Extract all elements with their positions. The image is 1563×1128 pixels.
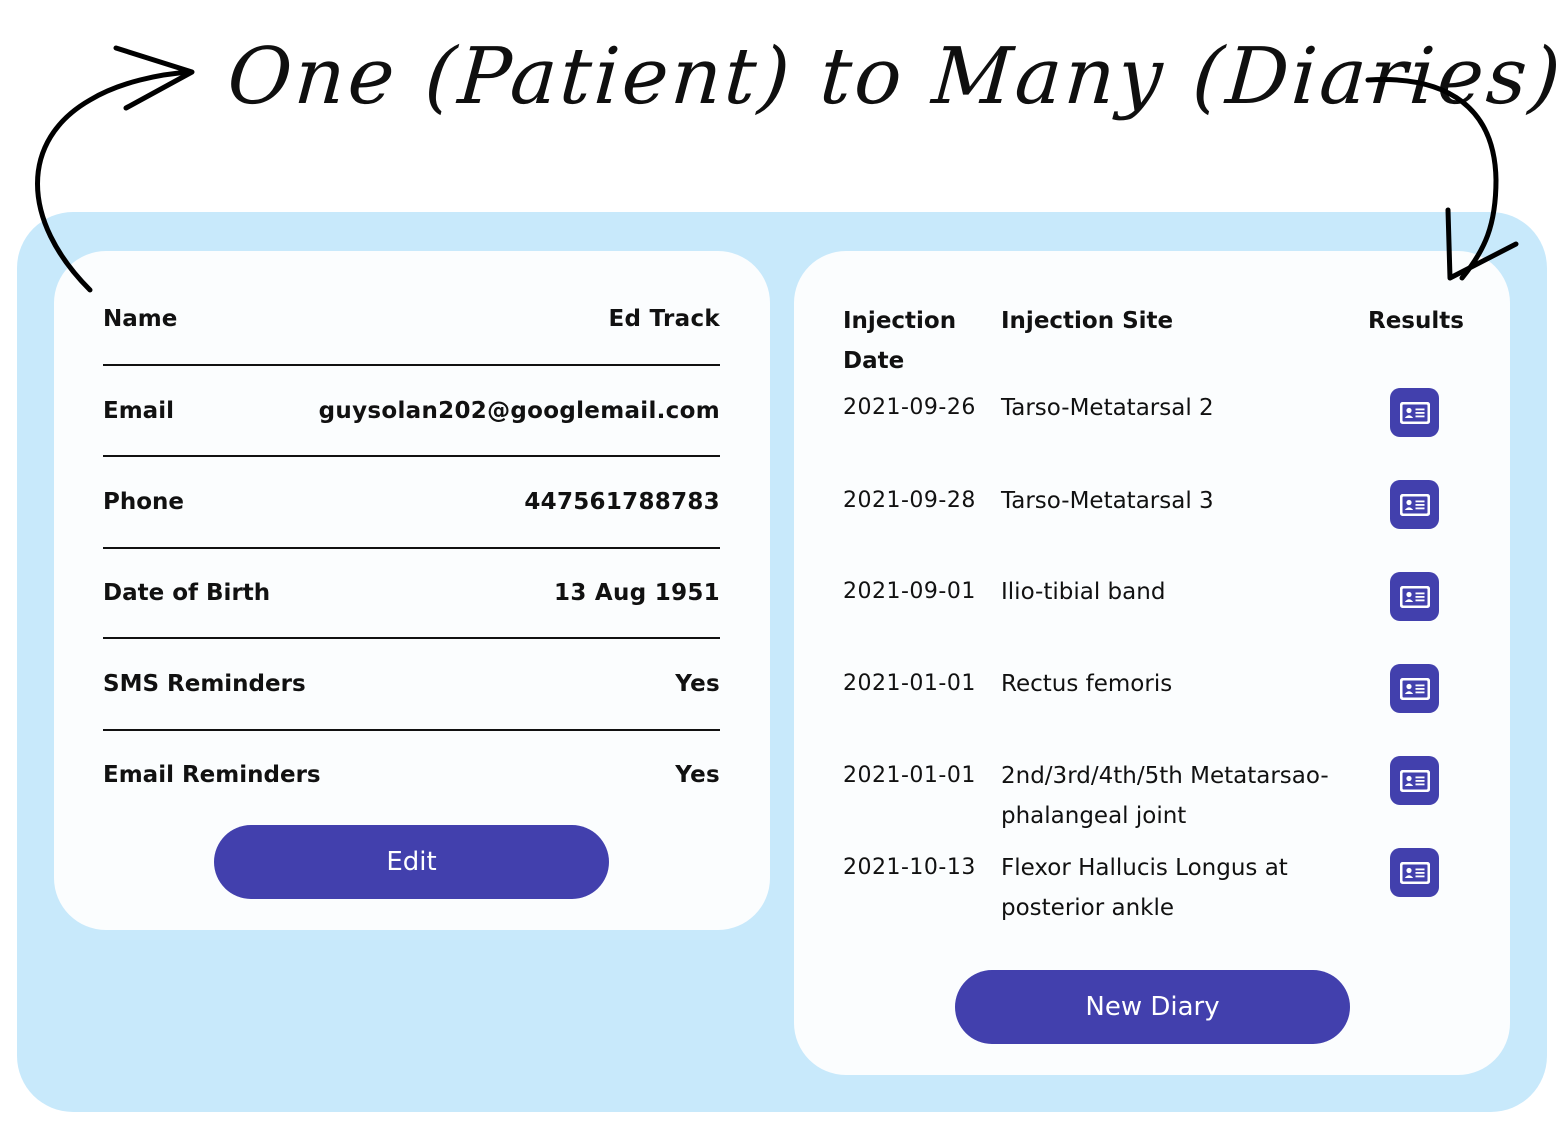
- patient-card: Name Ed Track Email guysolan202@googlema…: [54, 251, 770, 930]
- divider: [103, 637, 720, 639]
- field-value: Yes: [675, 762, 720, 788]
- diary-site: Ilio-tibial band: [1001, 579, 1166, 605]
- results-button[interactable]: [1390, 756, 1439, 805]
- field-value: Yes: [675, 671, 720, 697]
- id-card-icon: [1399, 401, 1430, 424]
- diary-date: 2021-09-01: [843, 579, 976, 604]
- id-card-icon: [1399, 677, 1430, 700]
- diary-site: Flexor Hallucis Longus at posterior ankl…: [1001, 855, 1288, 921]
- field-label: Email Reminders: [103, 762, 321, 788]
- id-card-icon: [1399, 861, 1430, 884]
- results-button[interactable]: [1390, 388, 1439, 437]
- field-row-sms-reminders: SMS Reminders Yes: [103, 664, 720, 704]
- divider: [103, 547, 720, 549]
- diary-date: 2021-10-13: [843, 855, 976, 880]
- field-label: Email: [103, 398, 174, 424]
- diary-date: 2021-01-01: [843, 763, 976, 788]
- field-row-email: Email guysolan202@googlemail.com: [103, 391, 720, 431]
- id-card-icon: [1399, 493, 1430, 516]
- column-header-injection-date: Injection Date: [843, 308, 957, 374]
- diary-date: 2021-09-26: [843, 395, 976, 420]
- page-title: One (Patient) to Many (Diaries): [224, 32, 1563, 122]
- field-label: Name: [103, 306, 178, 332]
- id-card-icon: [1399, 585, 1430, 608]
- divider: [103, 364, 720, 366]
- field-row-dob: Date of Birth 13 Aug 1951: [103, 573, 720, 613]
- results-button[interactable]: [1390, 664, 1439, 713]
- new-diary-button[interactable]: New Diary: [955, 970, 1350, 1044]
- field-row-phone: Phone 447561788783: [103, 482, 720, 522]
- results-button[interactable]: [1390, 848, 1439, 897]
- field-label: Date of Birth: [103, 580, 271, 606]
- field-value: guysolan202@googlemail.com: [318, 398, 720, 424]
- diaries-card: Injection Date Injection Site Results 20…: [794, 251, 1510, 1075]
- diary-site: Rectus femoris: [1001, 671, 1173, 697]
- field-label: Phone: [103, 489, 185, 515]
- divider: [103, 729, 720, 731]
- field-value: 447561788783: [524, 489, 720, 515]
- field-row-name: Name Ed Track: [103, 299, 720, 339]
- field-label: SMS Reminders: [103, 671, 306, 697]
- diary-site: Tarso-Metatarsal 3: [1001, 488, 1214, 514]
- id-card-icon: [1399, 769, 1430, 792]
- diary-date: 2021-09-28: [843, 488, 976, 513]
- divider: [103, 455, 720, 457]
- edit-button[interactable]: Edit: [214, 825, 609, 899]
- results-button[interactable]: [1390, 480, 1439, 529]
- left-arrowhead: [113, 45, 195, 111]
- diary-date: 2021-01-01: [843, 671, 976, 696]
- diary-site: Tarso-Metatarsal 2: [1001, 395, 1214, 421]
- field-row-email-reminders: Email Reminders Yes: [103, 755, 720, 795]
- results-button[interactable]: [1390, 572, 1439, 621]
- field-value: Ed Track: [608, 306, 720, 332]
- diary-site: 2nd/3rd/4th/5th Metatarsao-phalangeal jo…: [1001, 763, 1329, 829]
- column-header-results: Results: [1368, 308, 1464, 334]
- column-header-injection-site: Injection Site: [1001, 308, 1174, 334]
- field-value: 13 Aug 1951: [554, 580, 720, 606]
